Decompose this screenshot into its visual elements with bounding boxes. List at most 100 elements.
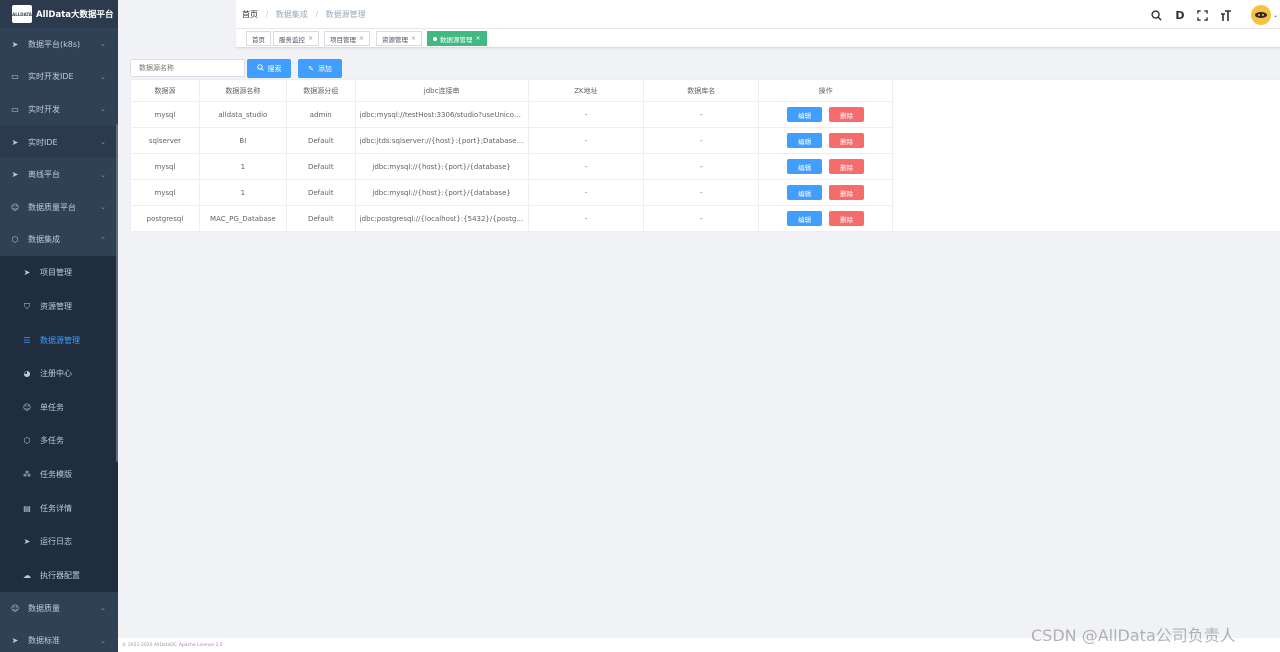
sidebar-item-quality-platform[interactable]: ☺ 数据质量平台 ⌄ <box>0 191 118 224</box>
breadcrumb-home[interactable]: 首页 <box>242 10 258 19</box>
sidebar-subitem-label: 运行日志 <box>40 537 72 547</box>
sidebar-item-label: 实时开发IDE <box>28 72 74 82</box>
footer-copyright: © 2022-2025 AllDataDC <box>122 642 177 648</box>
sidebar-item-label: 数据集成 <box>28 235 60 245</box>
jdbc-text: jdbc:mysql://{host}:{port}/{database} <box>372 162 511 171</box>
chevron-down-icon: ⌄ <box>100 636 106 645</box>
edit-button[interactable]: 编辑 <box>787 107 823 122</box>
datasource-name-input[interactable] <box>130 59 245 77</box>
table-row: mysql 1 Default jdbc:mysql://{host}:{por… <box>131 180 894 206</box>
edit-button[interactable]: 编辑 <box>787 185 823 200</box>
sidebar-item-label: 实时IDE <box>28 137 58 147</box>
add-button[interactable]: ✎ 添加 <box>298 59 342 78</box>
app-title: AllData大数据平台 <box>36 10 114 20</box>
tag-label: 项目管理 <box>330 35 356 44</box>
tag-resource[interactable]: 资源管理 × <box>376 31 423 46</box>
avatar[interactable] <box>1250 5 1271 25</box>
close-icon[interactable]: × <box>411 35 416 42</box>
sidebar-subitem-label: 项目管理 <box>40 268 72 278</box>
breadcrumb-separator: / <box>265 10 269 19</box>
sidebar-item-label: 实时开发 <box>28 104 60 114</box>
sidebar-subitem-task-template[interactable]: ⁂ 任务模版 <box>0 457 118 492</box>
close-icon[interactable]: × <box>308 35 313 42</box>
sidebar-subitem-resource[interactable]: ⛉ 资源管理 <box>0 289 118 324</box>
sidebar-subitem-executor[interactable]: ☁ 执行器配置 <box>0 558 118 593</box>
sidebar-item-realtime-ide[interactable]: ▭ 实时开发IDE ⌄ <box>0 61 118 94</box>
edit-button[interactable]: 编辑 <box>787 159 823 174</box>
chevron-down-icon: ⌄ <box>100 72 106 81</box>
sidebar-subitem-label: 任务模版 <box>40 470 72 480</box>
user-icon: ☺ <box>10 202 20 212</box>
close-icon[interactable]: × <box>359 35 364 42</box>
search-button[interactable]: 搜索 <box>247 59 291 78</box>
sidebar-subitem-label: 单任务 <box>40 402 64 412</box>
search-icon[interactable] <box>1149 7 1165 23</box>
cell-dbname: - <box>644 128 760 153</box>
sidebar-item-offline[interactable]: ➤ 离线平台 ⌄ <box>0 158 118 191</box>
chevron-down-icon: ⌄ <box>100 105 106 114</box>
sidebar-subitem-run-log[interactable]: ➤ 运行日志 <box>0 524 118 559</box>
edit-button[interactable]: 编辑 <box>787 133 823 148</box>
cell-actions: 编辑 删除 <box>759 154 894 179</box>
delete-button[interactable]: 删除 <box>829 133 865 148</box>
sidebar-subitem-task-detail[interactable]: ▤ 任务详情 <box>0 491 118 525</box>
cell-group: Default <box>287 128 356 153</box>
tag-service-monitor[interactable]: 服务监控 × <box>273 31 320 46</box>
cell-dbname: - <box>644 206 760 231</box>
sidebar-subitem-single-task[interactable]: ☺ 单任务 <box>0 390 118 425</box>
sidebar-subitem-datasource[interactable]: ☰ 数据源管理 <box>0 323 118 357</box>
column-header: 操作 <box>759 80 894 101</box>
tag-project[interactable]: 项目管理 × <box>324 31 371 46</box>
font-size-icon[interactable] <box>1218 7 1234 23</box>
sidebar-item-label: 数据平台(k8s) <box>28 39 81 49</box>
caret-down-icon[interactable]: ⌄ <box>1273 12 1278 19</box>
cell-type: sqlserver <box>131 128 200 153</box>
file-icon: ▤ <box>23 503 31 513</box>
cell-group: Default <box>287 154 356 179</box>
delete-button[interactable]: 删除 <box>829 185 865 200</box>
sidebar-subitem-registry[interactable]: ◕ 注册中心 <box>0 356 118 391</box>
cell-name: 1 <box>200 154 287 179</box>
sidebar-subitem-label: 多任务 <box>40 436 64 446</box>
delete-button[interactable]: 删除 <box>829 107 865 122</box>
monitor-icon: ▭ <box>11 72 19 82</box>
cell-actions: 编辑 删除 <box>759 102 894 127</box>
sidebar-subitem-project[interactable]: ➤ 项目管理 <box>0 256 118 290</box>
sidebar-item-quality[interactable]: ☺ 数据质量 ⌄ <box>0 592 118 625</box>
logo[interactable]: ALLDATA AllData大数据平台 <box>0 0 118 28</box>
document-icon[interactable]: D <box>1172 7 1188 23</box>
tag-home[interactable]: 首页 <box>246 31 271 46</box>
sidebar-subitem-multi-task[interactable]: ⬡ 多任务 <box>0 424 118 458</box>
tag-label: 首页 <box>252 35 265 44</box>
cell-type: postgresql <box>131 206 200 231</box>
sidebar-item-k8s[interactable]: ➤ 数据平台(k8s) ⌄ <box>0 28 118 61</box>
sidebar-scrollbar[interactable] <box>116 124 118 462</box>
fullscreen-icon[interactable] <box>1195 7 1211 23</box>
table-empty-area <box>893 79 1280 232</box>
sidebar-subitem-label: 执行器配置 <box>40 570 80 580</box>
chevron-up-icon: ⌃ <box>100 235 106 244</box>
sidebar-item-standard[interactable]: ➤ 数据标准 ⌄ <box>0 625 118 652</box>
close-icon[interactable]: × <box>476 35 481 42</box>
chevron-down-icon: ⌄ <box>100 203 106 212</box>
chevron-down-icon: ⌄ <box>100 170 106 179</box>
sidebar-item-realtime-dev[interactable]: ▭ 实时开发 ⌄ <box>0 93 118 126</box>
send-icon: ➤ <box>11 170 19 180</box>
sidebar-item-integration[interactable]: ⬡ 数据集成 ⌃ <box>0 224 118 257</box>
database-icon: ☰ <box>23 335 31 345</box>
delete-button[interactable]: 删除 <box>829 211 865 226</box>
watermark: CSDN @AllData公司负责人 <box>1031 626 1236 645</box>
footer-license-link[interactable]: Apache License 2.0 <box>179 643 223 648</box>
monitor-icon: ▭ <box>11 104 19 114</box>
navbar-actions: D ⌄ <box>1149 5 1280 25</box>
sidebar-subitem-label: 任务详情 <box>40 503 72 513</box>
delete-button[interactable]: 删除 <box>829 159 865 174</box>
tag-label: 资源管理 <box>382 35 408 44</box>
cell-jdbc: jdbc:jtds:sqlserver://{host}:{port};Data… <box>356 128 529 153</box>
sidebar-item-realtime-ide-2[interactable]: ➤ 实时IDE ⌄ <box>0 125 118 159</box>
edit-button[interactable]: 编辑 <box>787 211 823 226</box>
send-icon: ➤ <box>11 39 19 49</box>
tag-datasource[interactable]: 数据源管理 × <box>427 31 487 46</box>
edit-icon: ✎ <box>308 64 314 73</box>
cell-type: mysql <box>131 154 200 179</box>
